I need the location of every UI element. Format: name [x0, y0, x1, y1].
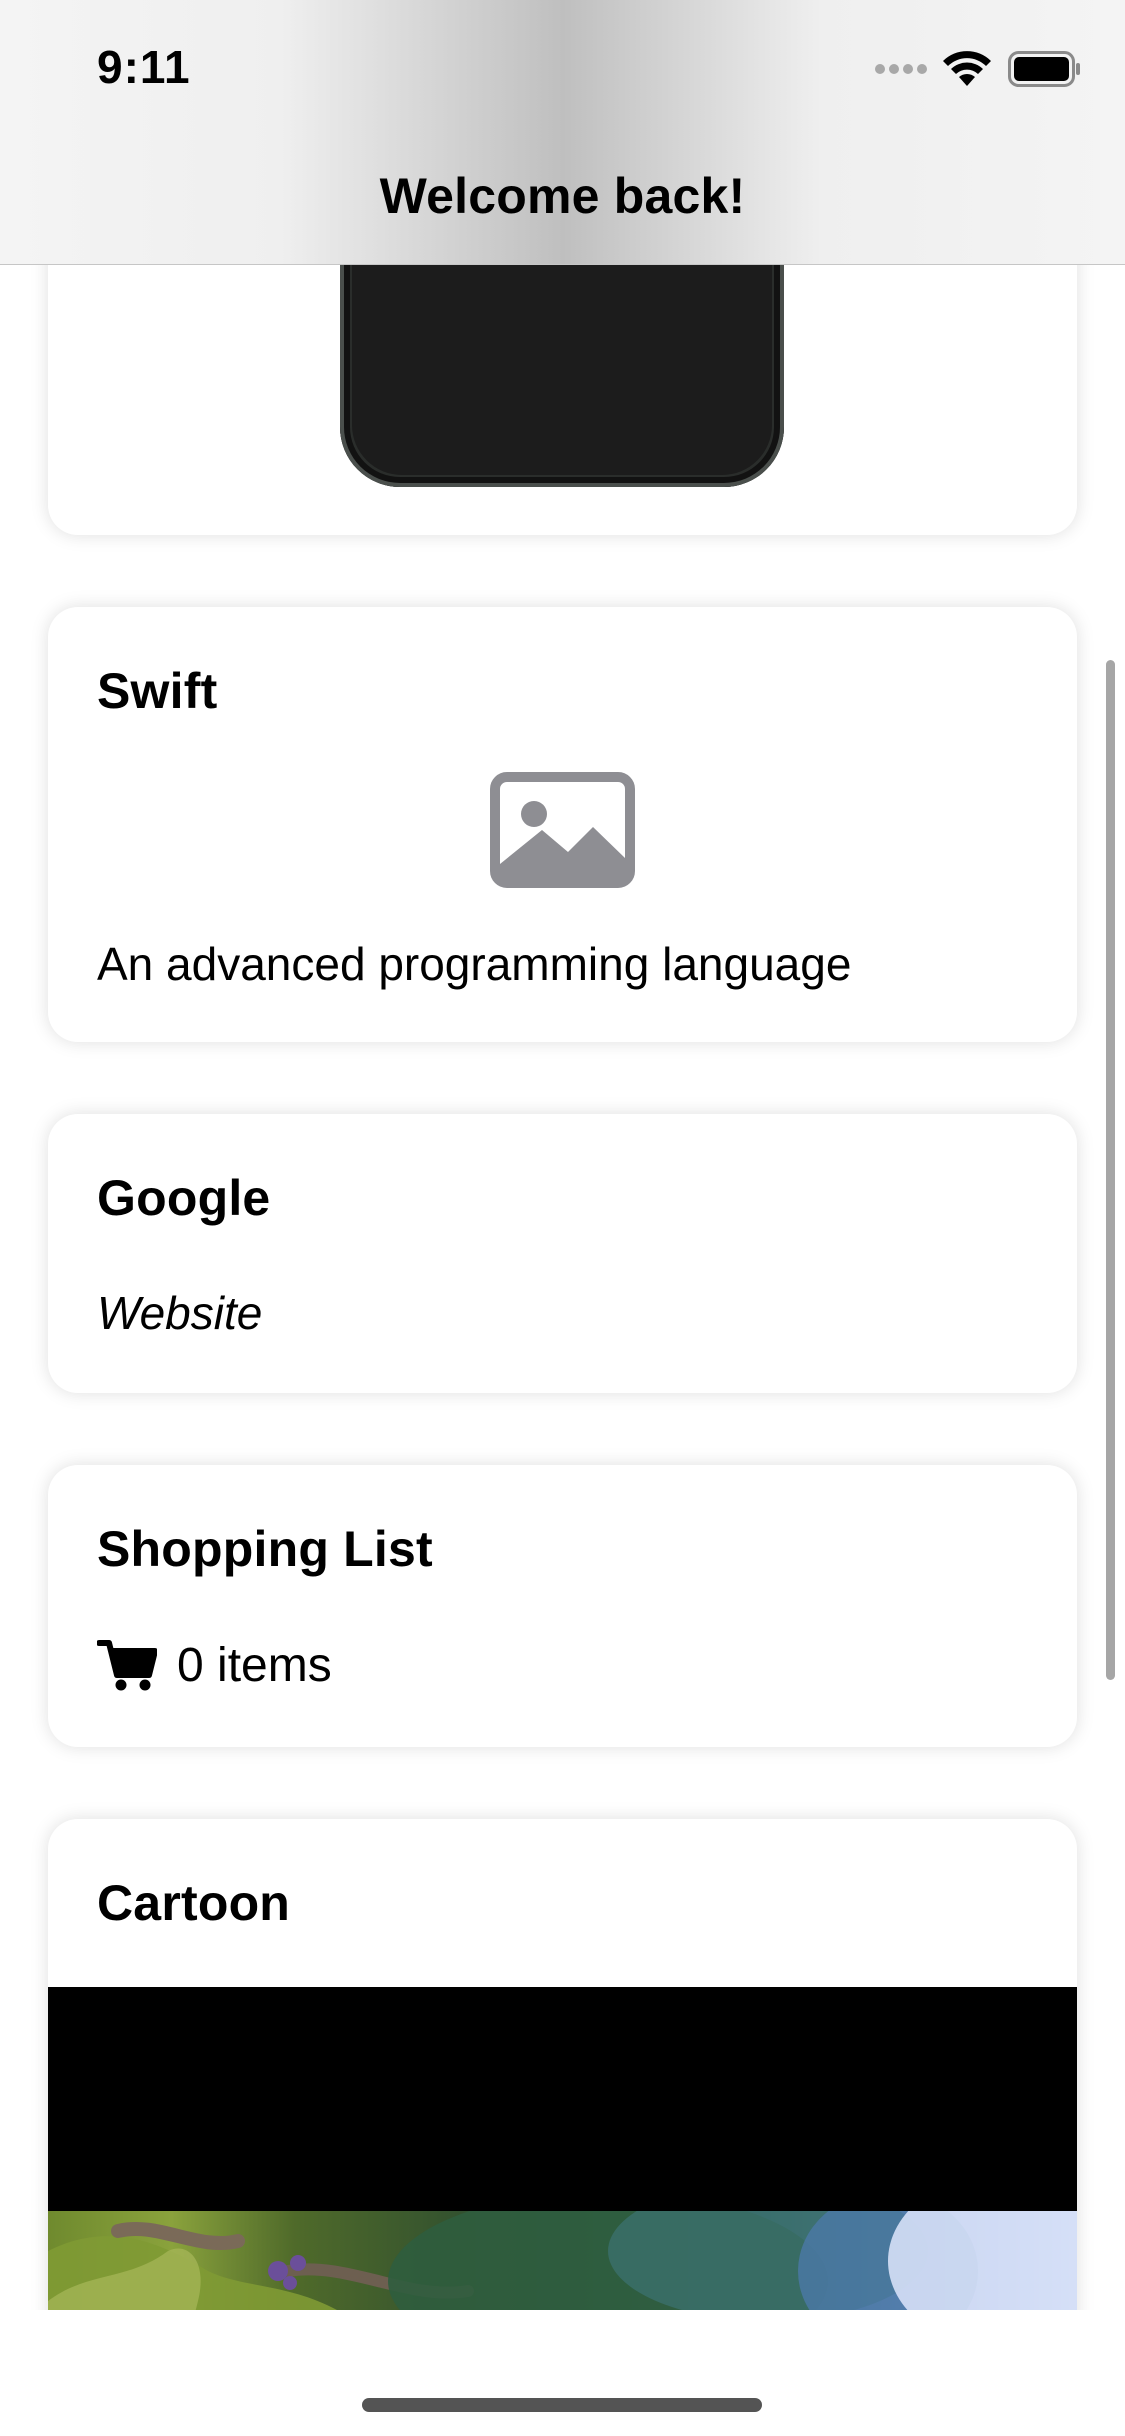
cart-icon: [97, 1640, 157, 1691]
navigation-bar: 9:11 Welcome back!: [0, 0, 1125, 265]
status-time: 9:11: [97, 41, 191, 93]
home-area: [0, 2310, 1125, 2436]
card-subtitle: Website: [97, 1287, 263, 1339]
card-title: Shopping List: [97, 1521, 433, 1577]
card-description: An advanced programming language: [97, 938, 852, 990]
card-title: Swift: [97, 663, 218, 719]
cartoon-card[interactable]: Cartoon: [48, 1819, 1077, 2310]
scroll-indicator[interactable]: [1106, 660, 1115, 1680]
status-icons: [874, 50, 1082, 88]
shopping-list-card[interactable]: Shopping List 0 items: [48, 1465, 1077, 1747]
cart-summary: 0 items: [97, 1635, 332, 1695]
home-indicator[interactable]: [362, 2398, 762, 2412]
swift-card[interactable]: Swift An advanced programming language: [48, 607, 1077, 1042]
image-placeholder-icon: [490, 772, 635, 888]
nav-title: Welcome back!: [379, 168, 746, 224]
video-frame[interactable]: [48, 2211, 1077, 2310]
video-player[interactable]: [48, 1987, 1077, 2211]
item-count: 0 items: [177, 1638, 332, 1692]
card-title: Cartoon: [97, 1875, 291, 1931]
scene-illustration: [48, 2211, 1077, 2310]
google-card[interactable]: Google Website: [48, 1114, 1077, 1393]
battery-icon: [1008, 51, 1080, 87]
wifi-icon: [943, 51, 991, 86]
scroll-content[interactable]: Swift An advanced programming language G…: [0, 0, 1125, 2310]
card-title: Google: [97, 1170, 271, 1226]
signal-icon: [875, 64, 927, 74]
